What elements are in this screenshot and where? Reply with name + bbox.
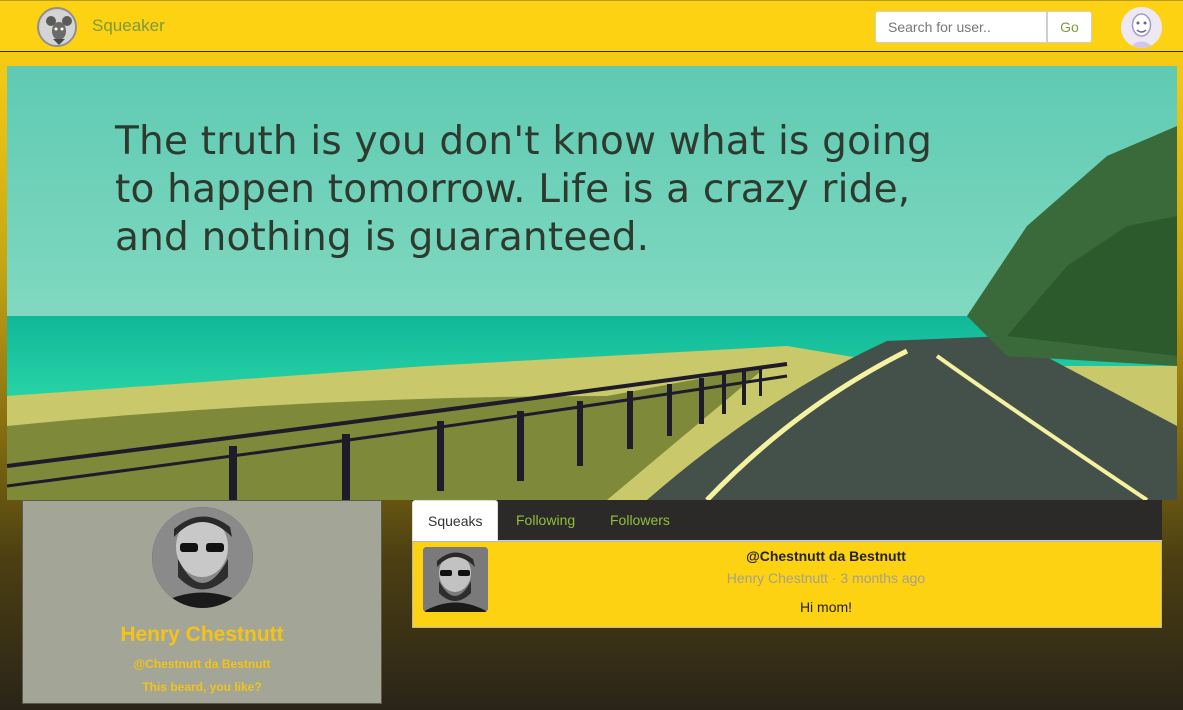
tab-squeaks[interactable]: Squeaks	[412, 500, 499, 542]
profile-tabs: Squeaks Following Followers	[412, 500, 1162, 542]
user-avatar-icon[interactable]	[1121, 7, 1162, 48]
profile-card: Henry Chestnutt @Chestnutt da Bestnutt T…	[22, 500, 382, 704]
tab-followers[interactable]: Followers	[595, 500, 685, 541]
rat-logo-icon[interactable]	[37, 7, 77, 47]
squeak-meta: Henry Chestnutt · 3 months ago	[726, 570, 926, 586]
cover-quote: The truth is you don't know what is goin…	[115, 119, 933, 260]
brand-name[interactable]: Squeaker	[92, 16, 165, 36]
profile-handle: @Chestnutt da Bestnutt	[133, 657, 271, 671]
squeak-handle[interactable]: @Chestnutt da Bestnutt	[413, 548, 1183, 564]
cover-image: The truth is you don't know what is goin…	[7, 66, 1177, 500]
squeak-body: Hi mom!	[799, 599, 853, 615]
tab-following[interactable]: Following	[501, 500, 590, 541]
navbar: Squeaker Go	[0, 0, 1183, 52]
profile-bio: This beard, you like?	[142, 680, 262, 694]
search-input[interactable]	[875, 11, 1047, 43]
profile-name: Henry Chestnutt	[120, 623, 284, 646]
squeak-item: @Chestnutt da Bestnutt Henry Chestnutt ·…	[412, 541, 1162, 628]
profile-photo	[152, 507, 253, 608]
go-button[interactable]: Go	[1047, 11, 1092, 43]
